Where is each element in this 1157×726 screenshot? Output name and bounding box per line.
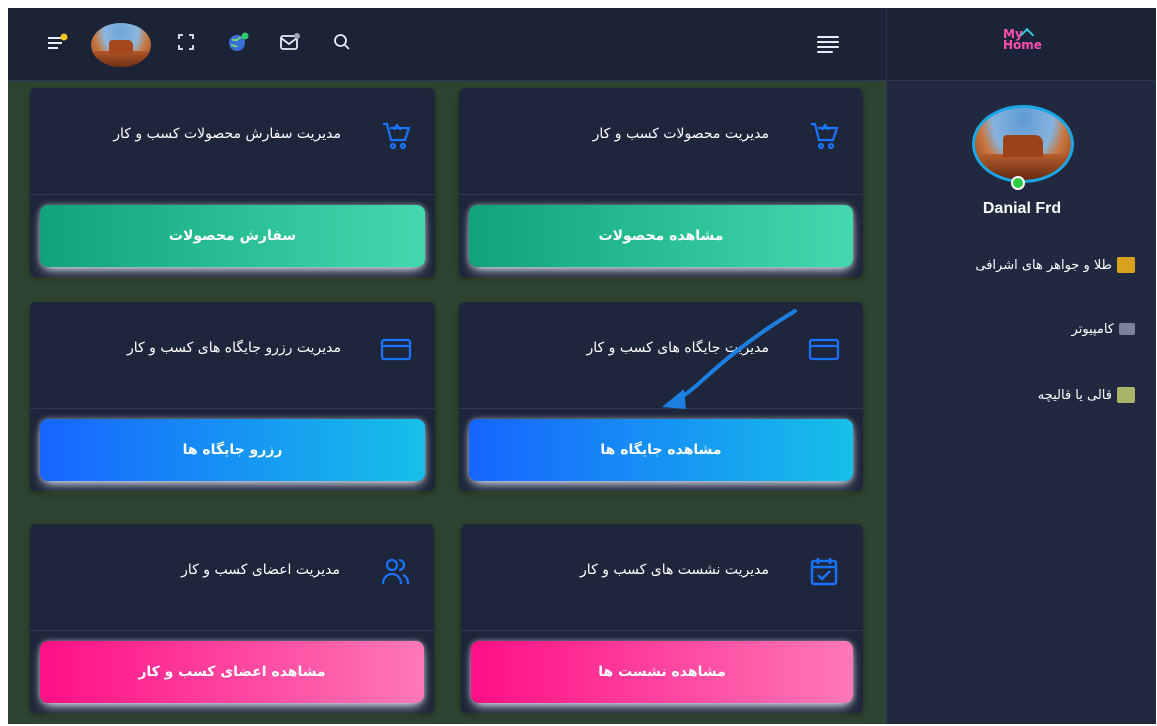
card-title: مدیریت جایگاه های کسب و کار <box>586 340 769 356</box>
search-icon[interactable] <box>330 30 354 54</box>
logo-line2: Home <box>1003 38 1042 52</box>
cart-icon <box>811 122 839 150</box>
globe-icon[interactable] <box>227 30 251 54</box>
card-title: مدیریت رزرو جایگاه های کسب و کار <box>127 340 341 356</box>
card-reservations: مدیریت رزرو جایگاه های کسب و کار رزرو جا… <box>30 302 435 491</box>
sidebar: My Home Danial Frd طلا و جواهر های اشراف… <box>886 8 1156 724</box>
sidebar-item-computer[interactable]: کامپیوتر <box>1072 318 1135 340</box>
computer-icon <box>1119 323 1135 335</box>
avatar[interactable] <box>91 23 151 67</box>
sidebar-item-carpet[interactable]: قالی یا قالیچه <box>1038 384 1135 406</box>
calendar-check-icon <box>810 558 838 586</box>
card-spaces: مدیریت جایگاه های کسب و کار مشاهده جایگا… <box>459 302 863 491</box>
logo-area: My Home <box>887 8 1156 81</box>
sidebar-item-jewelry[interactable]: طلا و جواهر های اشرافی <box>975 254 1135 276</box>
order-products-button[interactable]: سفارش محصولات <box>40 205 425 267</box>
view-sessions-button[interactable]: مشاهده نشست ها <box>471 641 853 703</box>
profile-name: Danial Frd <box>982 200 1062 217</box>
reserve-spaces-button[interactable]: رزرو جایگاه ها <box>40 419 425 481</box>
profile-avatar[interactable] <box>972 105 1074 183</box>
sidebar-item-label: طلا و جواهر های اشرافی <box>975 257 1112 273</box>
menu-icon[interactable] <box>817 36 839 53</box>
view-members-button[interactable]: مشاهده اعضای کسب و کار <box>40 641 424 703</box>
view-products-button[interactable]: مشاهده محصولات <box>469 205 853 267</box>
card-icon <box>380 338 412 361</box>
app-window: My Home Danial Frd طلا و جواهر های اشراف… <box>8 8 1156 724</box>
users-icon <box>381 558 410 585</box>
card-title: مدیریت نشست های کسب و کار <box>580 562 769 578</box>
card-members: مدیریت اعضای کسب و کار مشاهده اعضای کسب … <box>30 524 434 713</box>
gold-jewelry-icon <box>1117 257 1135 273</box>
notification-menu-icon[interactable] <box>46 30 70 54</box>
view-spaces-button[interactable]: مشاهده جایگاه ها <box>469 419 853 481</box>
sidebar-item-label: قالی یا قالیچه <box>1037 387 1112 403</box>
cart-icon <box>383 122 411 150</box>
sidebar-item-label: کامپیوتر <box>1071 321 1114 337</box>
card-title: مدیریت اعضای کسب و کار <box>181 562 340 578</box>
top-header <box>8 8 886 81</box>
online-status-indicator <box>1011 176 1025 190</box>
card-icon <box>808 338 840 361</box>
card-title: مدیریت سفارش محصولات کسب و کار <box>113 126 341 142</box>
card-sessions: مدیریت نشست های کسب و کار مشاهده نشست ها <box>461 524 863 713</box>
card-orders: مدیریت سفارش محصولات کسب و کار سفارش محص… <box>30 88 435 277</box>
mail-icon[interactable] <box>278 30 302 54</box>
card-title: مدیریت محصولات کسب و کار <box>592 126 769 142</box>
card-products: مدیریت محصولات کسب و کار مشاهده محصولات <box>459 88 863 277</box>
fullscreen-icon[interactable] <box>174 30 198 54</box>
logo[interactable]: My Home <box>1003 27 1043 58</box>
main-content: مدیریت محصولات کسب و کار مشاهده محصولات … <box>8 81 886 724</box>
carpet-icon <box>1117 387 1135 403</box>
